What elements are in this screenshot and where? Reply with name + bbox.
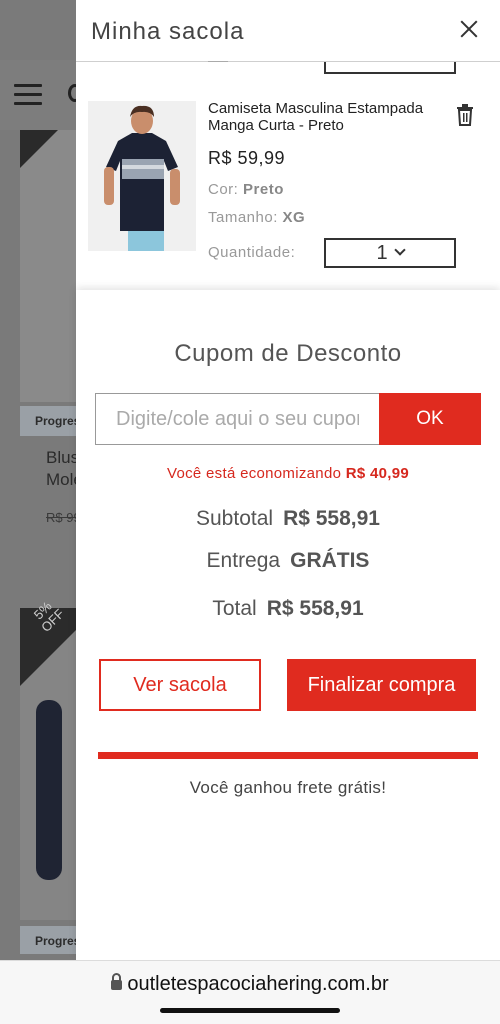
drawer-title: Minha sacola [91, 18, 245, 45]
previous-item-label [208, 52, 228, 62]
free-shipping-progress-fill [98, 752, 478, 759]
drawer-header: Minha sacola [76, 0, 500, 62]
cart-drawer: Minha sacola Camiseta Masculina Estampad… [76, 0, 500, 960]
lock-icon [111, 973, 123, 990]
size-value: XG [282, 209, 306, 226]
trash-icon[interactable] [456, 104, 474, 126]
coupon-ok-button[interactable]: OK [379, 393, 481, 445]
url-display[interactable]: outletespacociahering.com.br [0, 973, 500, 996]
background-badge: Progressivo [20, 406, 80, 436]
product-color: Cor: Preto [208, 181, 284, 198]
menu-icon [14, 84, 42, 106]
quantity-value: 1 [376, 242, 388, 264]
savings-text: Você está economizando [167, 465, 342, 482]
savings-amount: R$ 40,99 [345, 465, 409, 482]
shipping-row: Entrega GRÁTIS [76, 549, 500, 573]
cart-item: Camiseta Masculina Estampada Manga Curta… [76, 84, 500, 294]
quantity-label: Quantidade: [208, 244, 296, 261]
close-icon[interactable] [456, 16, 482, 42]
product-photo [88, 101, 196, 251]
cart-summary: Cupom de Desconto OK Você está economiza… [76, 290, 500, 960]
savings-message: Você está economizando R$ 40,99 [76, 465, 500, 482]
free-shipping-progress [98, 752, 478, 759]
background-product-image [20, 130, 80, 402]
product-name[interactable]: Camiseta Masculina Estampada Manga Curta… [208, 100, 458, 134]
size-label: Tamanho: [208, 209, 278, 226]
coupon-input[interactable] [95, 393, 380, 445]
subtotal-value: R$ 558,91 [283, 507, 380, 530]
color-value: Preto [243, 181, 284, 198]
product-price: R$ 59,99 [208, 148, 286, 168]
quantity-select[interactable]: 1 [324, 238, 456, 268]
coupon-title: Cupom de Desconto [174, 340, 402, 367]
free-shipping-message: Você ganhou frete grátis! [189, 778, 387, 797]
background-model-arm [36, 700, 62, 880]
browser-url-bar[interactable]: outletespacociahering.com.br [0, 960, 500, 1024]
product-size: Tamanho: XG [208, 209, 305, 226]
chevron-down-icon [393, 244, 406, 256]
background-badge-2: Progressivo [20, 926, 80, 954]
total-value: R$ 558,91 [266, 597, 364, 620]
total-row: Total R$ 558,91 [76, 597, 500, 621]
product-image[interactable] [88, 101, 196, 251]
subtotal-row: Subtotal R$ 558,91 [76, 507, 500, 531]
previous-item-quantity-select[interactable] [324, 62, 456, 74]
home-indicator [160, 1008, 340, 1013]
subtotal-label: Subtotal [196, 507, 274, 530]
view-bag-button[interactable]: Ver sacola [99, 659, 261, 711]
trash-glyph [457, 104, 473, 126]
color-label: Cor: [208, 181, 239, 198]
shipping-label: Entrega [206, 549, 281, 572]
background-corner-ribbon [20, 130, 58, 168]
background-old-price: R$ 99,99 [46, 510, 78, 525]
shipping-value: GRÁTIS [290, 549, 370, 572]
total-label: Total [212, 597, 257, 620]
checkout-button[interactable]: Finalizar compra [287, 659, 476, 711]
url-text: outletespacociahering.com.br [127, 973, 389, 995]
